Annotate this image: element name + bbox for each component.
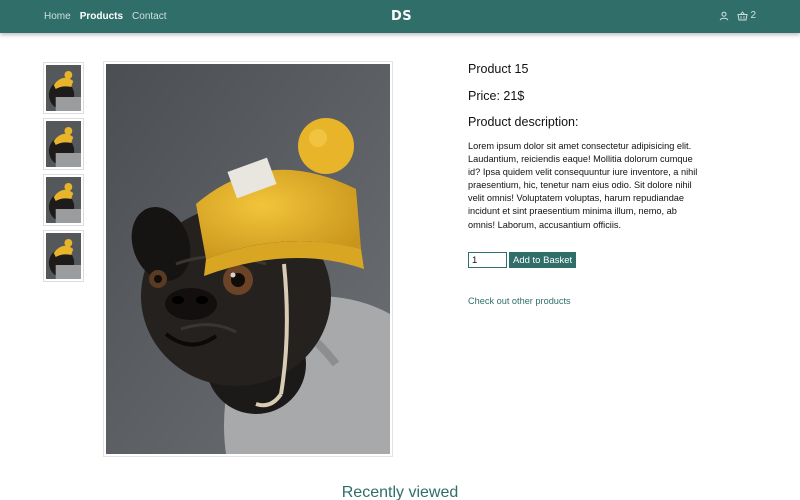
pug-photo bbox=[106, 64, 390, 454]
thumbnail-2[interactable] bbox=[43, 118, 84, 170]
product-name: Product 15 bbox=[468, 62, 529, 76]
other-products-link[interactable]: Check out other products bbox=[468, 296, 571, 306]
add-to-basket-form: Add to Basket bbox=[468, 252, 577, 268]
main-product-image[interactable] bbox=[103, 61, 393, 457]
recently-viewed-heading: Recently viewed bbox=[341, 484, 459, 500]
add-to-basket-button[interactable]: Add to Basket bbox=[509, 252, 577, 268]
top-navbar: Home Products Contact DS 2 bbox=[0, 0, 800, 33]
nav-actions: 2 bbox=[719, 10, 756, 21]
basket-button[interactable]: 2 bbox=[737, 10, 756, 21]
nav-link-home[interactable]: Home bbox=[44, 11, 71, 22]
product-info: Product 15 Price: 21$ Product descriptio… bbox=[468, 62, 700, 232]
thumbnail-4[interactable] bbox=[43, 230, 84, 282]
product-price: Price: 21$ bbox=[468, 89, 525, 103]
basket-count: 2 bbox=[750, 10, 756, 21]
thumbnail-1[interactable] bbox=[43, 62, 84, 114]
site-logo[interactable]: DS bbox=[391, 9, 412, 24]
user-icon[interactable] bbox=[719, 11, 729, 21]
nav-links: Home Products Contact bbox=[44, 11, 167, 22]
nav-link-products[interactable]: Products bbox=[80, 11, 123, 22]
thumbnail-3[interactable] bbox=[43, 174, 84, 226]
thumbnail-list bbox=[43, 62, 84, 286]
description-heading: Product description: bbox=[468, 115, 579, 129]
product-description: Lorem ipsum dolor sit amet consectetur a… bbox=[468, 141, 698, 230]
basket-icon bbox=[737, 10, 749, 21]
nav-link-contact[interactable]: Contact bbox=[132, 11, 166, 22]
quantity-input[interactable] bbox=[468, 252, 507, 268]
